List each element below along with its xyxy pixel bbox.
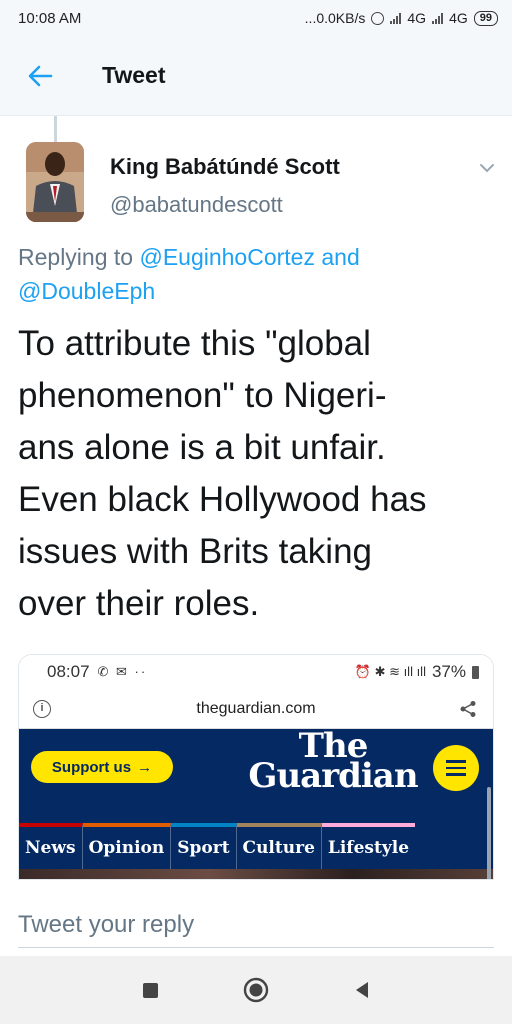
media-url-bar: i theguardian.com — [19, 689, 493, 729]
nav-item-sport: Sport — [171, 823, 237, 869]
tweet-media-image[interactable]: 08:07 ✆ ✉ ·· ⏰ ✱ ≋ ıll ıll 37% i theguar… — [18, 654, 494, 880]
media-phone-battery: 37% — [431, 662, 466, 681]
tweet-text-line: ans alone is a bit unfair. — [18, 428, 386, 467]
tweet-text-line: phenomenon" to Nigeri- — [18, 376, 387, 415]
signal-icon — [432, 12, 444, 24]
network-speed: ...0.0KB/s — [304, 10, 366, 26]
recents-button[interactable] — [132, 972, 168, 1008]
nav-item-lifestyle: Lifestyle — [321, 823, 416, 869]
tweet-text-line: issues with Brits taking — [18, 532, 373, 571]
support-us-button: Support us → — [31, 751, 173, 783]
network-type-1: 4G — [407, 10, 427, 26]
square-icon — [142, 982, 158, 998]
system-nav-bar — [0, 956, 512, 1024]
mention-link[interactable]: @DoubleEph — [18, 278, 155, 304]
menu-icon — [433, 745, 479, 791]
reply-bar — [0, 880, 512, 956]
thread-connector — [54, 116, 57, 144]
page-title: Tweet — [102, 62, 166, 88]
tweet-text: To attribute this "global phenomenon" to… — [18, 318, 502, 630]
tweet-text-line: Even black Hollywood has — [18, 480, 427, 519]
nav-item-culture: Culture — [236, 823, 322, 869]
nav-item-opinion: Opinion — [82, 823, 172, 869]
media-phone-time: 08:07 — [47, 662, 90, 681]
tweet-text-line: To attribute this "global — [18, 324, 371, 363]
alarm-icon — [371, 11, 385, 25]
arrow-right-icon: → — [137, 758, 153, 776]
media-url: theguardian.com — [196, 699, 316, 717]
back-nav-button[interactable] — [344, 972, 380, 1008]
guardian-logo: The Guardian — [233, 729, 433, 793]
share-icon — [460, 701, 476, 717]
mention-link[interactable]: @EuginhoCortez — [139, 244, 315, 270]
notification-icons: ✆ ✉ ·· — [97, 664, 148, 679]
tweet-text-line: over their roles. — [18, 584, 260, 623]
home-circle-icon — [243, 977, 269, 1003]
article-photo — [19, 869, 493, 879]
guardian-nav: News Opinion Sport Culture Lifestyle — [19, 823, 493, 869]
reply-input[interactable] — [18, 902, 494, 948]
status-icons: ⏰ ✱ ≋ ıll ıll — [354, 664, 426, 679]
signal-icon — [390, 12, 402, 24]
status-bar: 10:08 AM ...0.0KB/s 4G 4G 99 — [0, 0, 512, 36]
media-status-bar: 08:07 ✆ ✉ ·· ⏰ ✱ ≋ ıll ıll 37% — [19, 655, 493, 689]
replying-to: Replying to @EuginhoCortez and @DoubleEp… — [18, 240, 498, 308]
nav-item-news: News — [19, 823, 83, 869]
status-time: 10:08 AM — [18, 9, 82, 27]
network-type-2: 4G — [449, 10, 468, 26]
battery-icon — [472, 665, 479, 679]
avatar[interactable] — [26, 142, 84, 222]
scrollbar — [487, 787, 491, 879]
triangle-back-icon — [356, 982, 368, 998]
chevron-down-icon[interactable] — [476, 158, 498, 178]
logo-line-2: Guardian — [248, 756, 418, 796]
author-name[interactable]: King Babátúndé Scott — [110, 154, 340, 180]
support-label: Support us — [51, 758, 132, 776]
status-icons: ...0.0KB/s 4G 4G 99 — [305, 10, 498, 26]
author-handle[interactable]: @babatundescott — [110, 192, 283, 218]
mention-and-link[interactable]: and — [315, 244, 359, 270]
back-button[interactable] — [0, 36, 80, 116]
battery-icon: 99 — [473, 10, 498, 26]
home-button[interactable] — [238, 972, 274, 1008]
arrow-left-icon — [28, 65, 53, 86]
app-bar: Tweet — [0, 36, 512, 116]
guardian-header: Support us → The Guardian — [19, 729, 493, 823]
replying-prefix: Replying to — [18, 244, 140, 270]
